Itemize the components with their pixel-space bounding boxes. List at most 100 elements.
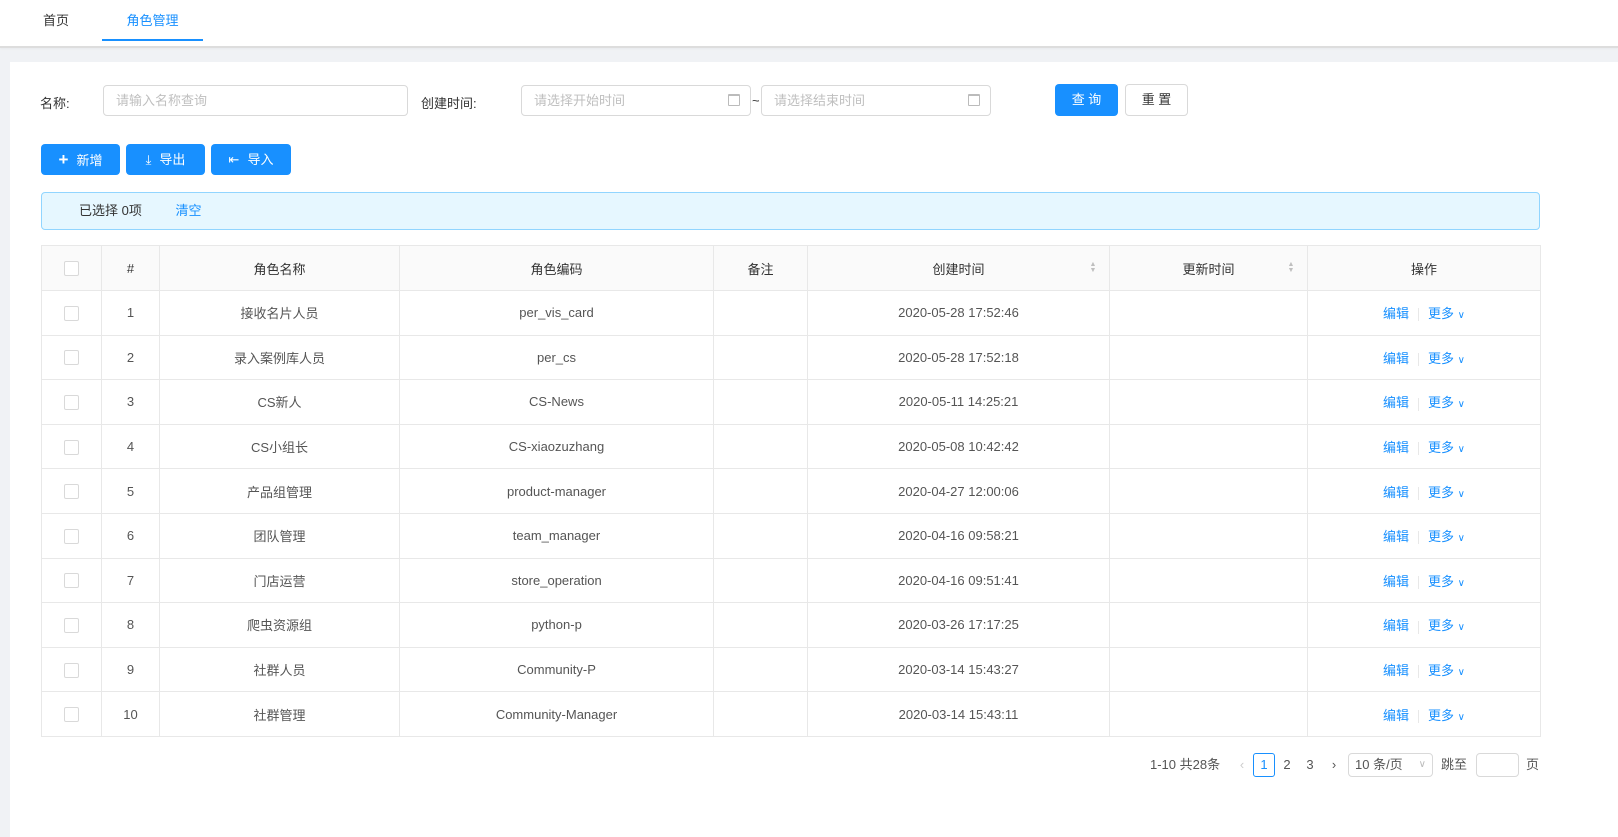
page-2[interactable]: 2	[1276, 753, 1298, 777]
edit-link[interactable]: 编辑	[1383, 663, 1409, 678]
updated-time	[1109, 602, 1308, 648]
tab-home[interactable]: 首页	[30, 0, 82, 41]
row-checkbox[interactable]	[41, 423, 102, 470]
more-dropdown[interactable]: 更多 ∨	[1428, 440, 1465, 455]
col-role-name: 角色名称	[159, 245, 400, 291]
row-actions: 编辑 更多 ∨	[1307, 468, 1541, 514]
edit-link[interactable]: 编辑	[1383, 618, 1409, 633]
more-dropdown[interactable]: 更多 ∨	[1428, 663, 1465, 678]
start-time-input[interactable]: 请选择开始时间	[521, 85, 751, 116]
row-actions: 编辑 更多 ∨	[1307, 646, 1541, 693]
row-checkbox[interactable]	[41, 691, 102, 737]
updated-time	[1109, 646, 1308, 693]
col-created-time-label: 创建时间	[932, 261, 985, 277]
end-time-input[interactable]: 请选择结束时间	[761, 85, 991, 116]
remark	[713, 512, 808, 559]
chevron-down-icon: ∨	[1457, 444, 1465, 456]
role-name: 团队管理	[159, 512, 400, 559]
row-index: 7	[101, 557, 160, 604]
divider	[1418, 665, 1420, 679]
add-label: 新增	[76, 153, 103, 168]
row-index: 5	[101, 468, 160, 514]
row-checkbox[interactable]	[41, 602, 102, 648]
page-1[interactable]: 1	[1253, 753, 1275, 777]
role-name: 接收名片人员	[159, 290, 400, 336]
next-page-icon[interactable]: ›	[1323, 753, 1345, 777]
jump-label: 跳至	[1441, 757, 1468, 772]
col-updated-time-label: 更新时间	[1182, 261, 1235, 277]
row-checkbox[interactable]	[41, 290, 102, 336]
prev-page-icon[interactable]: ‹	[1231, 753, 1253, 777]
edit-link[interactable]: 编辑	[1383, 708, 1409, 723]
row-actions: 编辑 更多 ∨	[1307, 423, 1541, 470]
edit-link[interactable]: 编辑	[1383, 529, 1409, 544]
calendar-icon	[968, 94, 980, 106]
more-label: 更多	[1428, 306, 1455, 322]
row-actions: 编辑 更多 ∨	[1307, 379, 1541, 425]
row-checkbox[interactable]	[41, 512, 102, 559]
remark	[713, 646, 808, 693]
updated-time	[1109, 468, 1308, 514]
more-label: 更多	[1428, 484, 1455, 500]
more-dropdown[interactable]: 更多 ∨	[1428, 574, 1465, 589]
role-code: CS-News	[399, 379, 714, 425]
clear-selection-link[interactable]: 清空	[175, 203, 201, 218]
selected-count: 已选择 0项	[79, 203, 142, 218]
edit-link[interactable]: 编辑	[1383, 306, 1409, 321]
updated-time	[1109, 557, 1308, 604]
more-dropdown[interactable]: 更多 ∨	[1428, 618, 1465, 633]
page-3[interactable]: 3	[1299, 753, 1321, 777]
export-button[interactable]: ⤓ 导出	[126, 144, 205, 175]
page-suffix: 页	[1526, 757, 1540, 772]
table-row: 6 团队管理 team_manager 2020-04-16 09:58:21 …	[41, 512, 1541, 559]
sort-icon[interactable]: ▲ ▼	[1287, 261, 1295, 274]
table-row: 2 录入案例库人员 per_cs 2020-05-28 17:52:18 编辑 更…	[41, 334, 1541, 381]
more-dropdown[interactable]: 更多 ∨	[1428, 395, 1465, 410]
col-remark: 备注	[713, 245, 808, 291]
query-button[interactable]: 查 询	[1055, 84, 1118, 116]
table-header: # 角色名称 角色编码 备注 创建时间 ▲ ▼ 更新时间 ▲ ▼ 操作	[41, 245, 1541, 291]
created-time: 2020-03-14 15:43:11	[807, 691, 1110, 737]
tab-role-management[interactable]: 角色管理	[102, 0, 203, 41]
more-dropdown[interactable]: 更多 ∨	[1428, 529, 1465, 544]
row-checkbox[interactable]	[41, 468, 102, 514]
remark	[713, 602, 808, 648]
row-checkbox[interactable]	[41, 557, 102, 604]
import-button[interactable]: ⇤ 导入	[211, 144, 291, 175]
table-row: 7 门店运营 store_operation 2020-04-16 09:51:…	[41, 557, 1541, 604]
page-size-select[interactable]: 10 条/页 ∨	[1348, 753, 1433, 777]
edit-link[interactable]: 编辑	[1383, 440, 1409, 455]
more-dropdown[interactable]: 更多 ∨	[1428, 485, 1465, 500]
row-checkbox[interactable]	[41, 334, 102, 381]
created-time: 2020-03-14 15:43:27	[807, 646, 1110, 693]
col-updated-time[interactable]: 更新时间 ▲ ▼	[1109, 245, 1308, 291]
more-label: 更多	[1428, 618, 1455, 634]
chevron-down-icon: ∨	[1457, 622, 1465, 634]
created-time: 2020-05-28 17:52:18	[807, 334, 1110, 381]
sort-icon[interactable]: ▲ ▼	[1089, 261, 1097, 274]
add-button[interactable]: + 新增	[41, 144, 120, 175]
row-checkbox[interactable]	[41, 646, 102, 693]
role-code: per_cs	[399, 334, 714, 381]
edit-link[interactable]: 编辑	[1383, 395, 1409, 410]
edit-link[interactable]: 编辑	[1383, 485, 1409, 500]
created-time: 2020-03-26 17:17:25	[807, 602, 1110, 648]
reset-button[interactable]: 重 置	[1125, 84, 1188, 116]
more-dropdown[interactable]: 更多 ∨	[1428, 306, 1465, 321]
edit-link[interactable]: 编辑	[1383, 351, 1409, 366]
more-dropdown[interactable]: 更多 ∨	[1428, 708, 1465, 723]
created-time: 2020-05-08 10:42:42	[807, 423, 1110, 470]
range-separator: ~	[752, 93, 760, 108]
select-all-checkbox[interactable]	[41, 245, 102, 291]
row-index: 6	[101, 512, 160, 559]
divider	[1418, 531, 1420, 545]
edit-link[interactable]: 编辑	[1383, 574, 1409, 589]
col-created-time[interactable]: 创建时间 ▲ ▼	[807, 245, 1110, 291]
updated-time	[1109, 691, 1308, 737]
end-time-placeholder: 请选择结束时间	[774, 93, 866, 108]
role-name: 社群管理	[159, 691, 400, 737]
jump-page-input[interactable]	[1476, 753, 1519, 777]
row-checkbox[interactable]	[41, 379, 102, 425]
more-dropdown[interactable]: 更多 ∨	[1428, 351, 1465, 366]
name-search-input[interactable]: 请输入名称查询	[103, 85, 408, 116]
